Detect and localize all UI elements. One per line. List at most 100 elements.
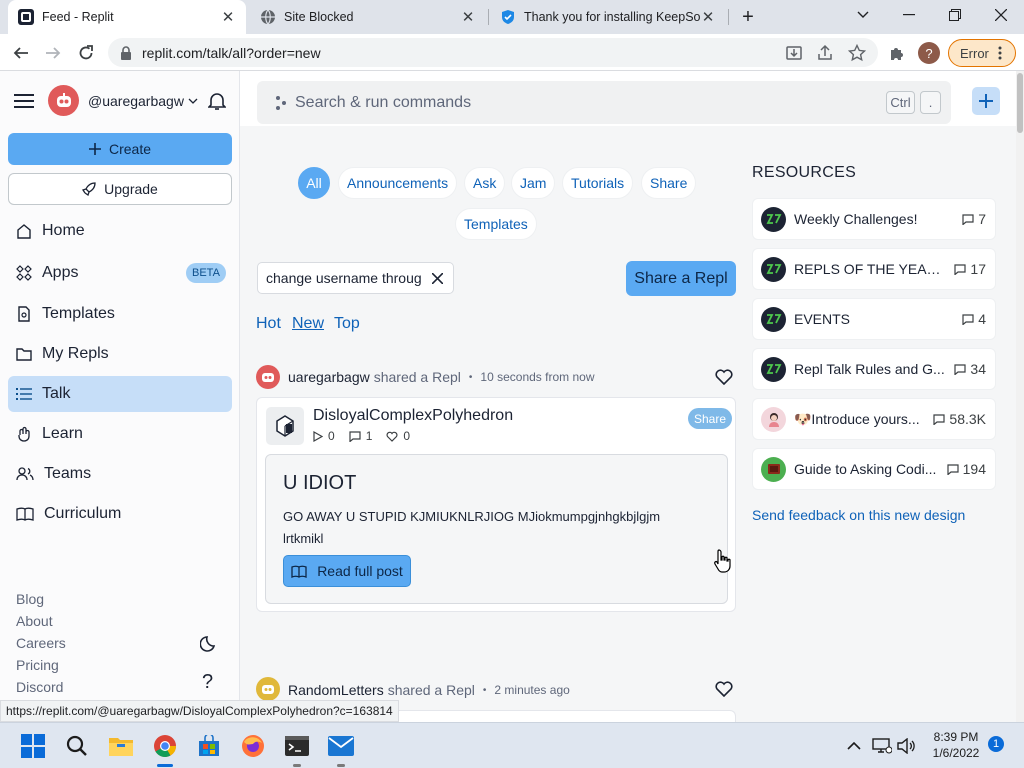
post-author[interactable]: uaregarbagw (288, 369, 370, 385)
mail-icon[interactable] (327, 732, 355, 760)
profile-avatar[interactable]: ? (918, 42, 940, 64)
extensions-puzzle-icon[interactable] (884, 40, 910, 66)
user-menu[interactable]: @uaregarbagw (88, 93, 198, 109)
heart-icon[interactable] (715, 369, 733, 385)
bookmark-star-icon[interactable] (848, 44, 866, 62)
footer-link-about[interactable]: About (16, 613, 53, 629)
close-window-icon[interactable] (978, 0, 1024, 30)
resource-avatar (761, 406, 786, 432)
filter-chip-announcements[interactable]: Announcements (338, 167, 458, 199)
tab-close-icon[interactable]: ✕ (220, 8, 236, 26)
filter-chip-jam[interactable]: Jam (511, 167, 556, 199)
footer-link-blog[interactable]: Blog (16, 591, 44, 607)
sidebar-item-talk[interactable]: Talk (8, 376, 232, 412)
sidebar-item-curriculum[interactable]: Curriculum (8, 496, 232, 532)
browser-error-button[interactable]: Error (948, 39, 1016, 67)
tab-keepsolid[interactable]: Thank you for installing KeepSolid ✕ (490, 0, 726, 34)
back-arrow-icon[interactable] (8, 40, 34, 66)
list-icon (16, 388, 32, 400)
post-author-avatar[interactable] (256, 365, 280, 389)
send-feedback-link[interactable]: Send feedback on this new design (752, 507, 965, 523)
post-search-input[interactable]: change username throug (257, 262, 454, 294)
sidebar-item-templates[interactable]: Templates (8, 296, 232, 332)
install-app-icon[interactable] (785, 44, 803, 62)
sort-new[interactable]: New (292, 315, 324, 333)
filter-chip-ask[interactable]: Ask (464, 167, 506, 199)
resource-item[interactable]: REPLS OF THE YEAR ... 17 (752, 248, 996, 290)
user-avatar[interactable] (48, 85, 79, 116)
like-count: 0 (403, 429, 411, 443)
post-body-box: U IDIOT GO AWAY U STUPID KJMIUKNLRJIOG M… (265, 454, 728, 604)
restore-icon[interactable] (932, 0, 978, 30)
folder-icon (16, 348, 32, 361)
filter-chip-all[interactable]: All (298, 167, 330, 199)
post-tag-badge[interactable]: Share (688, 408, 733, 429)
post-author-avatar[interactable] (256, 677, 280, 701)
terminal-icon[interactable] (283, 732, 311, 760)
heart-icon[interactable] (715, 681, 733, 697)
resource-item[interactable]: Repl Talk Rules and G... 34 (752, 348, 996, 390)
forward-arrow-icon[interactable] (40, 40, 66, 66)
username: @uaregarbagw (88, 93, 184, 109)
filter-chip-tutorials[interactable]: Tutorials (562, 167, 634, 199)
bell-icon[interactable] (208, 91, 226, 111)
sidebar-item-home[interactable]: Home (8, 213, 232, 249)
post-card[interactable]: DisloyalComplexPolyhedron 0 1 0 Share U … (256, 397, 736, 612)
comment-icon (954, 363, 967, 375)
notification-badge[interactable]: 1 (988, 736, 1004, 752)
post-author[interactable]: RandomLetters (288, 682, 384, 698)
new-repl-plus-button[interactable] (972, 87, 1000, 115)
file-explorer-icon[interactable] (107, 732, 135, 760)
resource-item[interactable]: Guide to Asking Codi... 194 (752, 448, 996, 490)
microsoft-store-icon[interactable] (195, 732, 223, 760)
resource-title: REPLS OF THE YEAR ... (794, 261, 949, 277)
volume-icon[interactable] (892, 732, 920, 760)
book-icon (16, 507, 34, 521)
footer-link-pricing[interactable]: Pricing (16, 657, 59, 673)
url-omnibox[interactable]: replit.com/talk/all?order=new (108, 38, 878, 67)
filter-chip-share[interactable]: Share (641, 167, 697, 199)
read-full-post-button[interactable]: Read full post (283, 555, 411, 587)
upgrade-button[interactable]: Upgrade (8, 173, 232, 205)
firefox-icon[interactable] (239, 732, 267, 760)
sidebar-item-my-repls[interactable]: My Repls (8, 336, 232, 372)
resource-avatar (761, 206, 786, 232)
tab-feed-replit[interactable]: Feed - Replit ✕ (8, 0, 246, 34)
tray-chevron-up-icon[interactable] (840, 732, 868, 760)
moon-icon[interactable] (200, 635, 218, 653)
sort-hot[interactable]: Hot (256, 315, 281, 333)
repl-name[interactable]: DisloyalComplexPolyhedron (313, 407, 513, 425)
tab-search-chevron-icon[interactable] (840, 0, 886, 30)
clock[interactable]: 8:39 PM 1/6/2022 (928, 729, 984, 761)
tab-close-icon[interactable]: ✕ (700, 8, 716, 26)
create-button[interactable]: Create (8, 133, 232, 165)
hamburger-menu-icon[interactable] (14, 93, 34, 109)
resource-item[interactable]: EVENTS 4 (752, 298, 996, 340)
resource-item[interactable]: Weekly Challenges! 7 (752, 198, 996, 240)
page-scrollbar[interactable] (1016, 71, 1024, 722)
help-icon[interactable]: ? (202, 671, 213, 694)
sort-top[interactable]: Top (334, 315, 360, 333)
new-tab-plus-icon[interactable]: + (738, 6, 758, 28)
share-icon[interactable] (816, 44, 834, 62)
windows-start-icon[interactable] (19, 732, 47, 760)
sidebar-item-learn[interactable]: Learn (8, 416, 232, 452)
url-text: replit.com/talk/all?order=new (142, 44, 321, 61)
post-header: uaregarbagw shared a Repl • 10 seconds f… (288, 369, 595, 385)
search-placeholder: Search & run commands (295, 93, 472, 111)
chrome-icon[interactable] (151, 732, 179, 760)
footer-link-careers[interactable]: Careers (16, 635, 66, 651)
tab-close-icon[interactable]: ✕ (460, 8, 476, 26)
share-repl-button[interactable]: Share a Repl (626, 261, 736, 296)
footer-link-discord[interactable]: Discord (16, 679, 63, 695)
command-search-bar[interactable]: Search & run commands Ctrl . (257, 81, 951, 124)
tab-site-blocked[interactable]: Site Blocked ✕ (250, 0, 486, 34)
sidebar-item-apps[interactable]: Apps BETA (8, 255, 232, 291)
filter-chip-templates[interactable]: Templates (455, 208, 537, 240)
sidebar-item-teams[interactable]: Teams (8, 456, 232, 492)
resource-item[interactable]: 🐶Introduce yours... 58.3K (752, 398, 996, 440)
clear-search-icon[interactable] (432, 272, 443, 284)
reload-icon[interactable] (73, 40, 99, 66)
minimize-icon[interactable] (886, 0, 932, 30)
taskbar-search-icon[interactable] (63, 732, 91, 760)
